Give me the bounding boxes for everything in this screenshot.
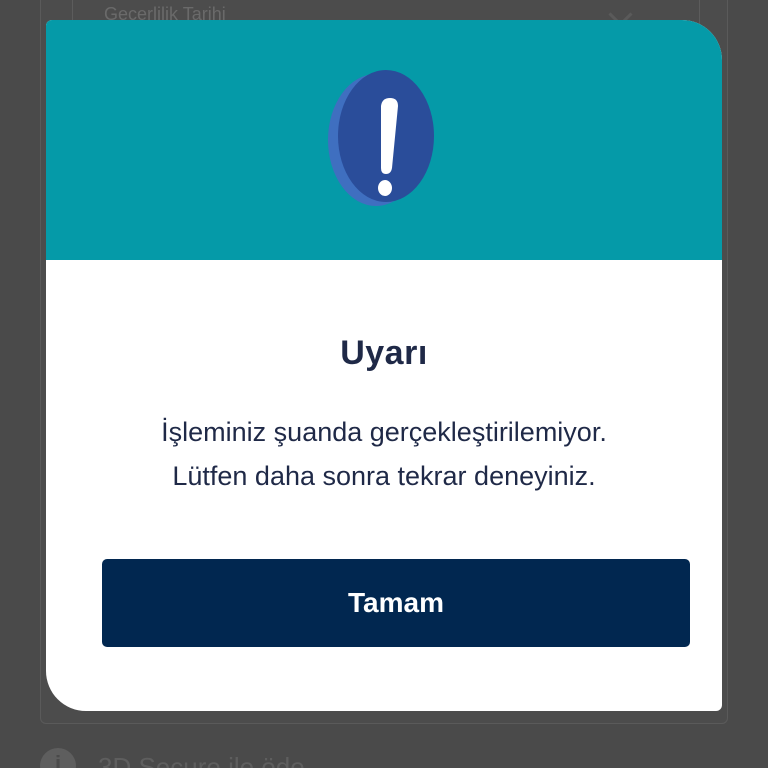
dialog-message: İşleminiz şuanda gerçekleştirilemiyor. L… [66,410,702,498]
alert-dialog: Uyarı İşleminiz şuanda gerçekleştirilemi… [46,20,722,711]
ok-button[interactable]: Tamam [102,559,690,647]
info-icon: i [40,748,76,768]
dialog-message-line: İşleminiz şuanda gerçekleştirilemiyor. [161,417,607,447]
dialog-header [46,20,722,260]
dialog-title: Uyarı [340,334,428,372]
secure-payment-label: 3D Secure ile öde [98,752,305,768]
dialog-message-line: Lütfen daha sonra tekrar deneyiniz. [172,461,596,491]
exclamation-icon [328,70,434,206]
